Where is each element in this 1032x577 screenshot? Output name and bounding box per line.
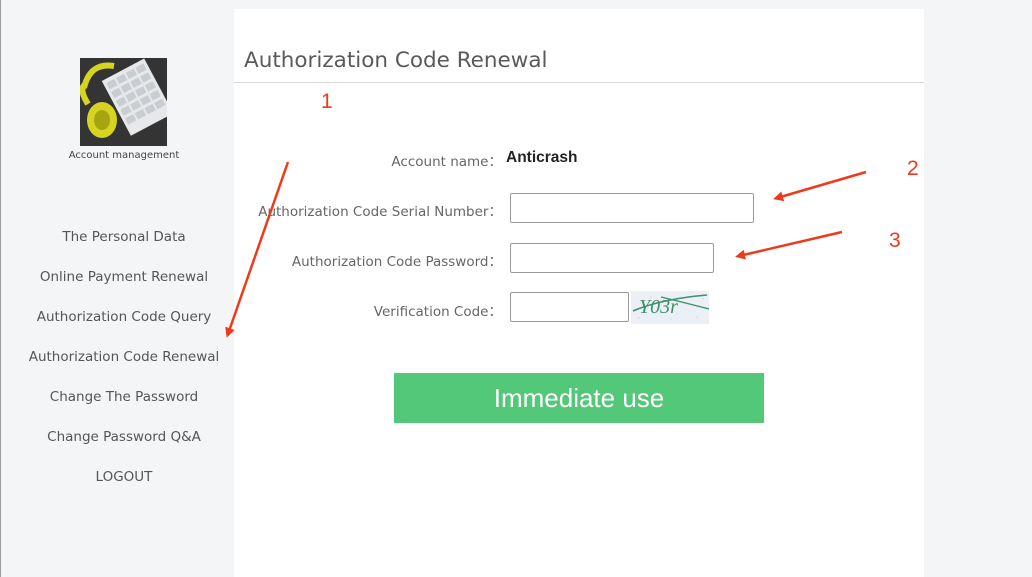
annotation-arrows xyxy=(225,161,867,338)
annotation-arrow-1 xyxy=(225,161,290,338)
annotation-marker-2: 2 xyxy=(907,157,919,180)
annotation-marker-3: 3 xyxy=(889,229,901,252)
annotation-arrow-3 xyxy=(735,230,843,260)
annotation-arrow-2 xyxy=(773,170,867,202)
annotation-marker-1: 1 xyxy=(321,90,333,113)
